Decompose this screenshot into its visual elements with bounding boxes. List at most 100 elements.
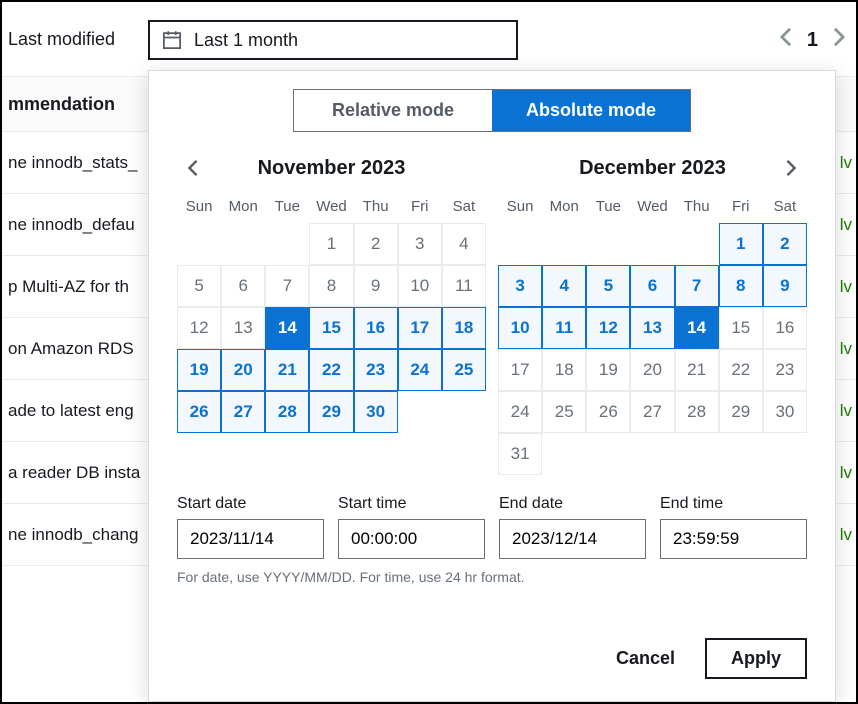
calendar-day[interactable]: 1 (309, 223, 353, 265)
calendar-day[interactable]: 28 (265, 391, 309, 433)
calendar-day[interactable]: 22 (309, 349, 353, 391)
status-badge: lv (840, 463, 856, 483)
calendar-day[interactable]: 7 (675, 265, 719, 307)
absolute-mode-button[interactable]: Absolute mode (492, 90, 690, 131)
calendar-day[interactable]: 16 (354, 307, 398, 349)
calendar-day[interactable]: 5 (177, 265, 221, 307)
calendar-month-left: November 2023 SunMonTueWedThuFriSat 1234… (177, 150, 486, 475)
calendar-day[interactable]: 11 (542, 307, 586, 349)
calendar-day[interactable]: 29 (309, 391, 353, 433)
calendar-day[interactable]: 29 (719, 391, 763, 433)
calendar-day[interactable]: 19 (177, 349, 221, 391)
calendar-day[interactable]: 15 (309, 307, 353, 349)
calendar-day[interactable]: 6 (630, 265, 674, 307)
calendar-day[interactable]: 16 (763, 307, 807, 349)
calendar-day[interactable]: 28 (675, 391, 719, 433)
calendar-day[interactable]: 14 (265, 307, 309, 349)
start-date-input[interactable] (177, 519, 324, 559)
row-text: ne innodb_defau (8, 215, 135, 235)
calendar-day[interactable]: 8 (309, 265, 353, 307)
calendar-day[interactable]: 30 (354, 391, 398, 433)
calendar-day[interactable]: 2 (763, 223, 807, 265)
calendar-day[interactable]: 20 (630, 349, 674, 391)
start-time-input[interactable] (338, 519, 485, 559)
day-empty (542, 223, 586, 265)
calendar-day[interactable]: 27 (630, 391, 674, 433)
row-text: ne innodb_stats_ (8, 153, 138, 173)
end-date-label: End date (499, 495, 646, 513)
weekday-label: Wed (630, 194, 674, 219)
calendar-day[interactable]: 21 (675, 349, 719, 391)
calendar-day[interactable]: 9 (354, 265, 398, 307)
calendar-day[interactable]: 14 (675, 307, 719, 349)
row-text: ade to latest eng (8, 401, 134, 421)
calendar-day[interactable]: 4 (542, 265, 586, 307)
end-date-input[interactable] (499, 519, 646, 559)
calendar-day[interactable]: 30 (763, 391, 807, 433)
start-time-label: Start time (338, 495, 485, 513)
calendar-day[interactable]: 21 (265, 349, 309, 391)
calendar-day[interactable]: 18 (442, 307, 486, 349)
weekday-label: Sat (763, 194, 807, 219)
weekday-label: Fri (719, 194, 763, 219)
calendar-day[interactable]: 26 (586, 391, 630, 433)
calendar-day[interactable]: 19 (586, 349, 630, 391)
calendar-day[interactable]: 18 (542, 349, 586, 391)
date-range-trigger[interactable]: Last 1 month (148, 20, 518, 60)
calendar-day[interactable]: 9 (763, 265, 807, 307)
calendar-day[interactable]: 13 (221, 307, 265, 349)
calendar-day[interactable]: 10 (398, 265, 442, 307)
calendar-day[interactable]: 25 (442, 349, 486, 391)
pagination-prev-icon[interactable] (779, 26, 793, 55)
weekday-label: Mon (542, 194, 586, 219)
calendar-day[interactable]: 3 (498, 265, 542, 307)
row-text: ne innodb_chang (8, 525, 138, 545)
end-time-input[interactable] (660, 519, 807, 559)
calendar-day[interactable]: 31 (498, 433, 542, 475)
prev-month-icon[interactable] (181, 156, 205, 180)
calendar-day[interactable]: 3 (398, 223, 442, 265)
calendar-day[interactable]: 13 (630, 307, 674, 349)
calendar-day[interactable]: 12 (586, 307, 630, 349)
weekday-label: Fri (398, 194, 442, 219)
calendar-day[interactable]: 27 (221, 391, 265, 433)
day-empty (675, 223, 719, 265)
calendar-day[interactable]: 1 (719, 223, 763, 265)
calendar-day[interactable]: 20 (221, 349, 265, 391)
pagination-next-icon[interactable] (832, 26, 846, 55)
calendar-day[interactable]: 10 (498, 307, 542, 349)
weekday-label: Thu (354, 194, 398, 219)
calendar-day[interactable]: 6 (221, 265, 265, 307)
calendar-day[interactable]: 5 (586, 265, 630, 307)
status-badge: lv (840, 277, 856, 297)
day-empty (630, 223, 674, 265)
calendar-day[interactable]: 24 (498, 391, 542, 433)
calendar-day[interactable]: 23 (354, 349, 398, 391)
calendar-day[interactable]: 4 (442, 223, 486, 265)
row-text: a reader DB insta (8, 463, 140, 483)
calendar-day[interactable]: 12 (177, 307, 221, 349)
relative-mode-button[interactable]: Relative mode (294, 90, 492, 131)
day-empty (498, 223, 542, 265)
weekday-label: Tue (265, 194, 309, 219)
day-empty (221, 223, 265, 265)
apply-button[interactable]: Apply (705, 638, 807, 679)
date-range-popover: Relative mode Absolute mode November 202… (148, 70, 836, 702)
calendar-day[interactable]: 17 (498, 349, 542, 391)
calendar-day[interactable]: 8 (719, 265, 763, 307)
weekday-label: Tue (586, 194, 630, 219)
weekday-label: Wed (309, 194, 353, 219)
calendar-day[interactable]: 26 (177, 391, 221, 433)
calendar-day[interactable]: 24 (398, 349, 442, 391)
calendar-day[interactable]: 23 (763, 349, 807, 391)
calendar-day[interactable]: 15 (719, 307, 763, 349)
calendar-day[interactable]: 7 (265, 265, 309, 307)
end-time-label: End time (660, 495, 807, 513)
calendar-day[interactable]: 2 (354, 223, 398, 265)
next-month-icon[interactable] (779, 156, 803, 180)
cancel-button[interactable]: Cancel (600, 638, 691, 679)
calendar-day[interactable]: 17 (398, 307, 442, 349)
calendar-day[interactable]: 25 (542, 391, 586, 433)
calendar-day[interactable]: 22 (719, 349, 763, 391)
calendar-day[interactable]: 11 (442, 265, 486, 307)
